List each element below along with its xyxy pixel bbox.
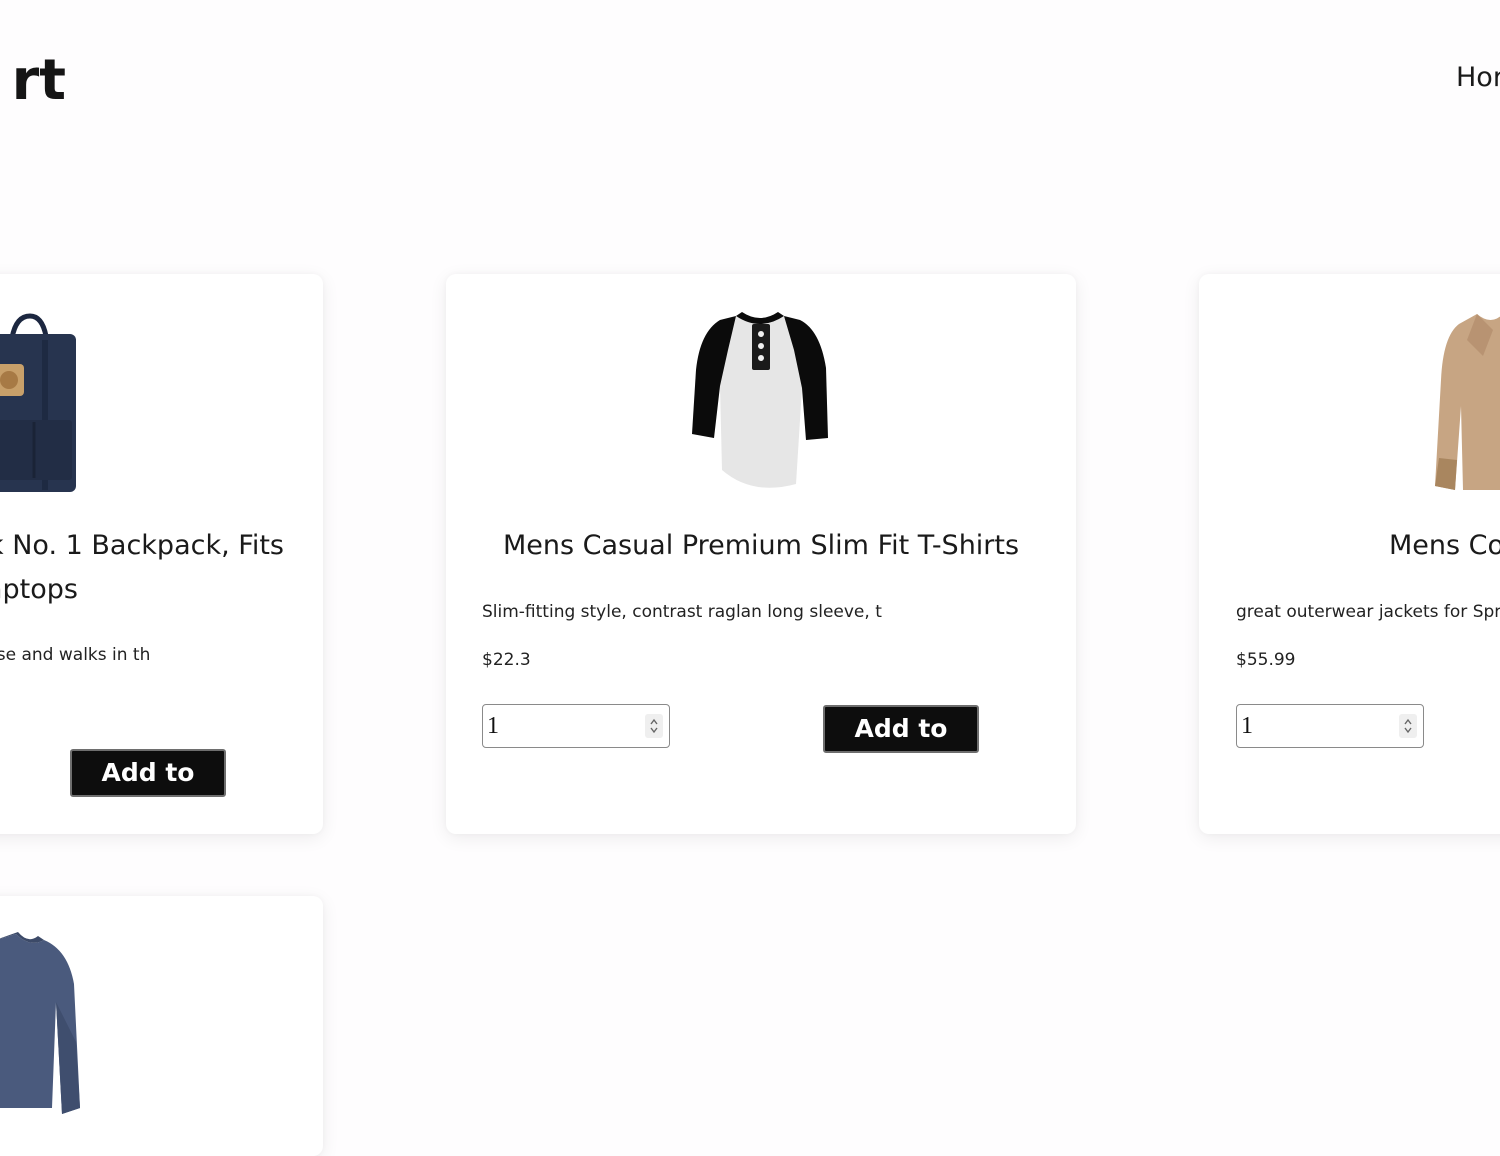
- longsleeve-shirt-image: [0, 932, 80, 1114]
- quantity-value: 1: [487, 713, 499, 739]
- product-description: use and walks in th: [0, 645, 151, 665]
- product-title: Mens Co: [1389, 530, 1500, 561]
- backpack-image: [0, 313, 76, 492]
- product-card-longsleeve: [0, 896, 323, 1156]
- product-card-tshirt: Mens Casual Premium Slim Fit T-Shirts Sl…: [446, 274, 1076, 834]
- add-to-cart-button[interactable]: Add to cart: [70, 749, 226, 831]
- product-price: $22.3: [482, 650, 531, 670]
- quantity-input[interactable]: 1: [1236, 704, 1424, 748]
- chevron-down-icon[interactable]: [1403, 726, 1413, 735]
- product-card-jacket: Mens Co great outerwear jackets for Spr …: [1199, 274, 1500, 834]
- quantity-stepper[interactable]: [1399, 714, 1417, 738]
- product-card-backpack: k No. 1 Backpack, Fits aptops use and wa…: [0, 274, 323, 834]
- product-description: Slim-fitting style, contrast raglan long…: [482, 602, 882, 622]
- add-to-cart-button[interactable]: Add to cart: [823, 705, 979, 787]
- product-title-line-2: aptops: [0, 574, 78, 605]
- product-title-line-1: k No. 1 Backpack, Fits: [0, 530, 284, 561]
- product-description: great outerwear jackets for Spr: [1236, 602, 1500, 622]
- quantity-stepper[interactable]: [645, 714, 663, 738]
- site-brand-title: rt: [11, 48, 66, 113]
- chevron-down-icon[interactable]: [649, 726, 659, 735]
- nav-link-home[interactable]: Hor: [1456, 60, 1500, 96]
- chevron-up-icon[interactable]: [1403, 717, 1413, 726]
- cotton-jacket-image: [1435, 314, 1500, 490]
- chevron-up-icon[interactable]: [649, 717, 659, 726]
- product-title: Mens Casual Premium Slim Fit T-Shirts: [502, 530, 1020, 561]
- raglan-tshirt-image: [692, 312, 828, 488]
- product-price: $55.99: [1236, 650, 1296, 670]
- quantity-input[interactable]: 1: [482, 704, 670, 748]
- quantity-value: 1: [1241, 713, 1253, 739]
